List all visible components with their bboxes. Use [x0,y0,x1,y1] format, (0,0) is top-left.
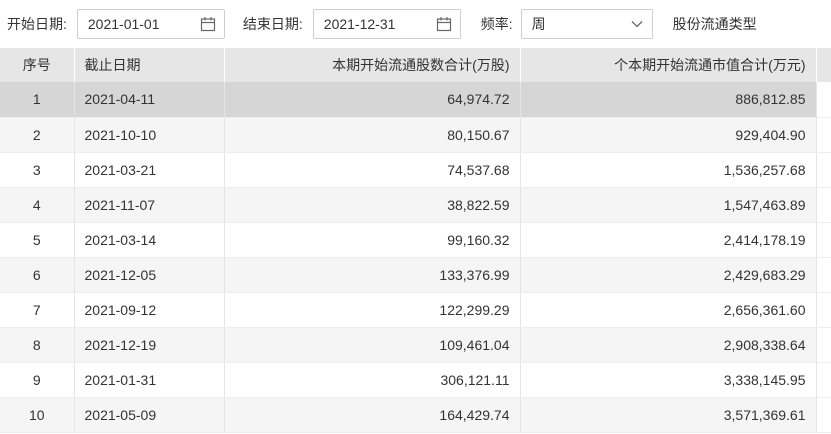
row-market-value: 3,571,369.61 [520,397,817,433]
table-row[interactable]: 5 2021-03-14 99,160.32 2,414,178.19 [0,222,831,258]
frequency-select[interactable]: 周 [520,9,653,39]
row-index: 5 [0,222,75,258]
header-index[interactable]: 序号 [0,48,75,82]
row-market-value: 2,429,683.29 [520,257,817,293]
row-date: 2021-10-10 [74,117,225,153]
row-index: 7 [0,292,75,328]
row-date: 2021-04-11 [74,82,225,118]
table-row[interactable]: 1 2021-04-11 64,974.72 886,812.85 [0,82,831,118]
table-row[interactable]: 6 2021-12-05 133,376.99 2,429,683.29 [0,257,831,293]
table-header: 序号 截止日期 本期开始流通股数合计(万股) 个本期开始流通市值合计(万元) [0,48,831,82]
end-date-label: 结束日期: [242,16,303,32]
row-shares: 74,537.68 [224,152,521,188]
row-extra [816,117,831,153]
row-extra [816,292,831,328]
row-market-value: 2,656,361.60 [520,292,817,328]
row-extra [816,222,831,258]
row-index: 3 [0,152,75,188]
table-row[interactable]: 2 2021-10-10 80,150.67 929,404.90 [0,117,831,153]
chevron-down-icon [630,17,644,31]
table-row[interactable]: 3 2021-03-21 74,537.68 1,536,257.68 [0,152,831,188]
share-type-label: 股份流通类型 [672,16,757,32]
frequency-value: 周 [531,16,546,32]
row-extra [816,397,831,433]
row-shares: 109,461.04 [224,327,521,363]
row-index: 8 [0,327,75,363]
row-date: 2021-09-12 [74,292,225,328]
table-row[interactable]: 8 2021-12-19 109,461.04 2,908,338.64 [0,327,831,363]
data-table: 序号 截止日期 本期开始流通股数合计(万股) 个本期开始流通市值合计(万元) 1… [0,48,831,433]
calendar-icon[interactable] [436,16,452,32]
header-extra [816,48,831,82]
row-date: 2021-12-19 [74,327,225,363]
row-shares: 306,121.11 [224,362,521,398]
row-shares: 80,150.67 [224,117,521,153]
row-extra [816,327,831,363]
row-index: 1 [0,82,75,118]
row-extra [816,152,831,188]
row-extra [816,82,831,118]
header-shares[interactable]: 本期开始流通股数合计(万股) [224,48,521,82]
row-market-value: 886,812.85 [520,82,817,118]
start-date-input[interactable]: 2021-01-01 [76,9,225,39]
table-row[interactable]: 10 2021-05-09 164,429.74 3,571,369.61 [0,397,831,433]
row-date: 2021-01-31 [74,362,225,398]
calendar-icon[interactable] [200,16,216,32]
row-market-value: 1,547,463.89 [520,187,817,223]
row-market-value: 1,536,257.68 [520,152,817,188]
row-date: 2021-03-14 [74,222,225,258]
row-market-value: 2,908,338.64 [520,327,817,363]
start-date-value: 2021-01-01 [87,16,160,32]
row-index: 9 [0,362,75,398]
row-index: 10 [0,397,75,433]
row-index: 2 [0,117,75,153]
row-shares: 122,299.29 [224,292,521,328]
row-shares: 64,974.72 [224,82,521,118]
row-market-value: 929,404.90 [520,117,817,153]
row-index: 4 [0,187,75,223]
start-date-label: 开始日期: [7,16,67,32]
row-date: 2021-11-07 [74,187,225,223]
row-extra [816,362,831,398]
header-date[interactable]: 截止日期 [74,48,225,82]
row-date: 2021-03-21 [74,152,225,188]
table-body: 1 2021-04-11 64,974.72 886,812.85 2 2021-10-1… [0,82,831,433]
row-shares: 164,429.74 [224,397,521,433]
row-index: 6 [0,257,75,293]
row-date: 2021-12-05 [74,257,225,293]
frequency-label: 频率: [480,16,513,32]
row-date: 2021-05-09 [74,397,225,433]
filter-bar: 开始日期: 2021-01-01 结束日期: 2021-12-31 频率: 周 … [0,0,831,48]
end-date-value: 2021-12-31 [323,16,396,32]
row-shares: 99,160.32 [224,222,521,258]
row-extra [816,257,831,293]
row-market-value: 3,338,145.95 [520,362,817,398]
row-market-value: 2,414,178.19 [520,222,817,258]
row-shares: 133,376.99 [224,257,521,293]
table-row[interactable]: 4 2021-11-07 38,822.59 1,547,463.89 [0,187,831,223]
header-market-value[interactable]: 个本期开始流通市值合计(万元) [520,48,817,82]
table-row[interactable]: 7 2021-09-12 122,299.29 2,656,361.60 [0,292,831,328]
end-date-input[interactable]: 2021-12-31 [312,9,461,39]
table-row[interactable]: 9 2021-01-31 306,121.11 3,338,145.95 [0,362,831,398]
row-shares: 38,822.59 [224,187,521,223]
row-extra [816,187,831,223]
